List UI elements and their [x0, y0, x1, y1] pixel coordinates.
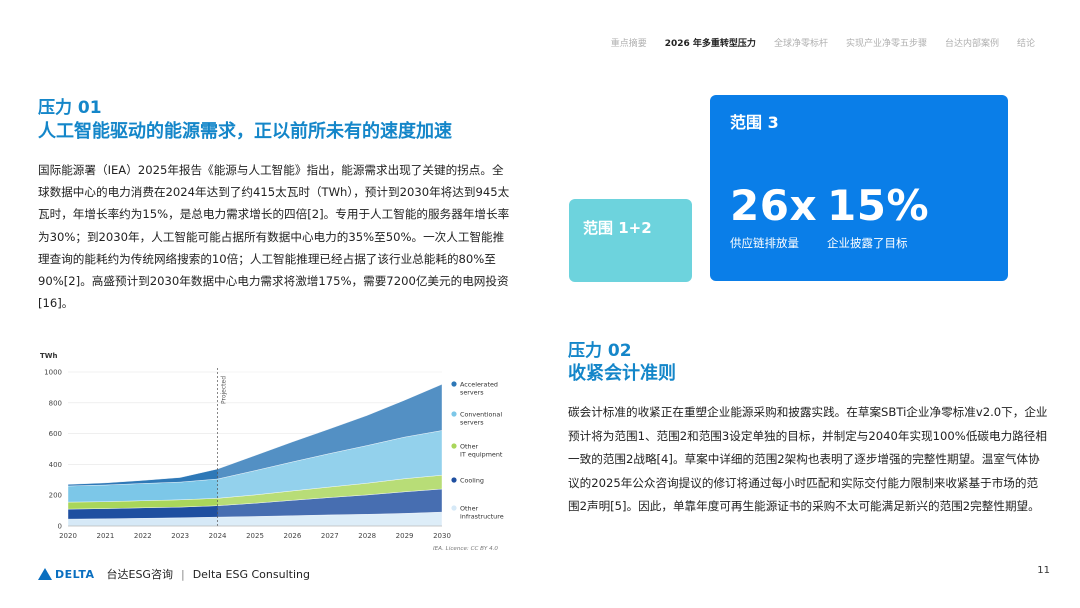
y-tick-label-2: 400	[49, 461, 62, 469]
footer-separator: |	[180, 567, 185, 581]
legend-label-1: Conventional servers	[460, 411, 502, 427]
footer-brand-en: Delta ESG Consulting	[192, 567, 310, 581]
x-tick-label-9: 2029	[396, 532, 414, 540]
projected-label: Projected	[221, 376, 228, 404]
projected-overlay	[217, 370, 442, 526]
x-tick-label-3: 2023	[171, 532, 189, 540]
x-tick-label-7: 2027	[321, 532, 339, 540]
y-axis-label: TWh	[40, 352, 57, 360]
pressure-1-body: 国际能源署（IEA）2025年报告《能源与人工智能》指出，能源需求出现了关键的拐…	[38, 163, 510, 311]
x-tick-label-10: 2030	[433, 532, 451, 540]
delta-triangle-icon	[38, 568, 52, 580]
scope-3-title: 范围 3	[730, 113, 779, 132]
page-number: 11	[1037, 565, 1050, 576]
nav-item-2[interactable]: 全球净零标杆	[765, 36, 837, 49]
y-tick-label-3: 600	[49, 430, 62, 438]
delta-logo-text: DELTA	[55, 567, 95, 581]
legend-marker-1	[451, 411, 457, 417]
delta-logo: DELTA	[38, 568, 95, 581]
scope-3-stat-emissions: 26x 供应链排放量	[730, 185, 817, 251]
x-tick-label-6: 2026	[283, 532, 301, 540]
x-tick-label-0: 2020	[59, 532, 77, 540]
legend-label-3: Cooling	[460, 477, 484, 485]
chart-source: IEA. Licence: CC BY 4.0	[433, 546, 498, 552]
area-chart-svg: TWh 0 200 400 600 800 1000 Projected 2020 2021 202…	[40, 352, 504, 552]
scope-3-stat-targets: 15% 企业披露了目标	[827, 185, 929, 251]
x-tick-label-5: 2025	[246, 532, 264, 540]
scope-1-2-card: 范围 1+2	[569, 199, 692, 282]
top-navigation: 重点摘要 2026 年多重转型压力 全球净零标杆 实现产业净零五步骤 台达内部案例 结论	[602, 36, 1044, 49]
x-tick-label-8: 2028	[358, 532, 376, 540]
legend-marker-4	[451, 505, 457, 511]
y-tick-label-1: 200	[49, 492, 62, 500]
pressure-1-label: 压力 01	[38, 98, 102, 118]
stat-emissions-value: 26x	[730, 181, 818, 230]
scope-3-card: 范围 3 26x 供应链排放量 15% 企业披露了目标	[710, 95, 1008, 281]
x-tick-label-1: 2021	[96, 532, 114, 540]
x-tick-label-4: 2024	[209, 532, 227, 540]
x-tick-label-2: 2022	[134, 532, 152, 540]
pressure-2-label: 压力 02	[568, 341, 632, 361]
legend-marker-2	[451, 443, 457, 449]
pressure-1-title: 人工智能驱动的能源需求，正以前所未有的速度加速	[38, 121, 452, 142]
y-tick-label-5: 1000	[44, 369, 62, 377]
legend-label-2: Other IT equipment	[460, 443, 503, 459]
data-center-electricity-chart: TWh 0 200 400 600 800 1000 Projected 2020 2021 202…	[36, 348, 520, 558]
stat-emissions-caption: 供应链排放量	[730, 236, 799, 250]
y-tick-label-4: 800	[49, 399, 62, 407]
legend-label-0: Accelerated servers	[460, 381, 498, 397]
stat-targets-value: 15%	[827, 181, 930, 230]
scope-1-2-title: 范围 1+2	[583, 219, 652, 237]
nav-item-5[interactable]: 结论	[1008, 36, 1044, 49]
nav-item-1[interactable]: 2026 年多重转型压力	[656, 36, 765, 49]
nav-item-4[interactable]: 台达内部案例	[936, 36, 1008, 49]
legend-marker-0	[451, 381, 457, 387]
footer-brand-cn: 台达ESG咨询	[106, 568, 173, 581]
stat-targets-caption: 企业披露了目标	[827, 236, 908, 250]
legend-marker-3	[451, 477, 457, 483]
pressure-2-body: 碳会计标准的收紧正在重塑企业能源采购和披露实践。在草案SBTi企业净零标准v2.…	[568, 405, 1048, 513]
footer: DELTA 台达ESG咨询 | Delta ESG Consulting	[38, 566, 310, 582]
pressure-2-title: 收紧会计准则	[568, 363, 676, 384]
legend-label-4: Other infrastructure	[460, 505, 504, 521]
y-tick-label-0: 0	[58, 523, 62, 531]
nav-item-0[interactable]: 重点摘要	[602, 36, 656, 49]
nav-item-3[interactable]: 实现产业净零五步骤	[837, 36, 936, 49]
